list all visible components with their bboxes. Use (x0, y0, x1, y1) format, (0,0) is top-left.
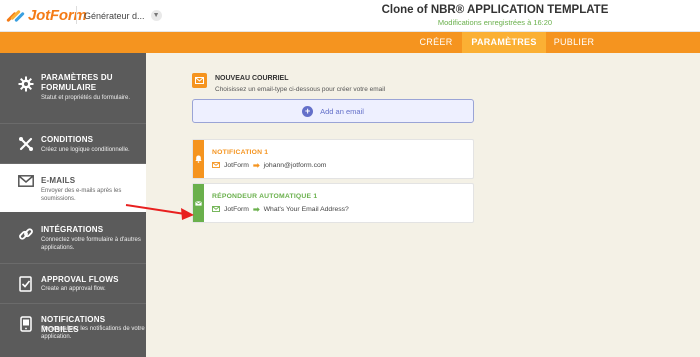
annotation-arrow-icon (125, 204, 194, 220)
